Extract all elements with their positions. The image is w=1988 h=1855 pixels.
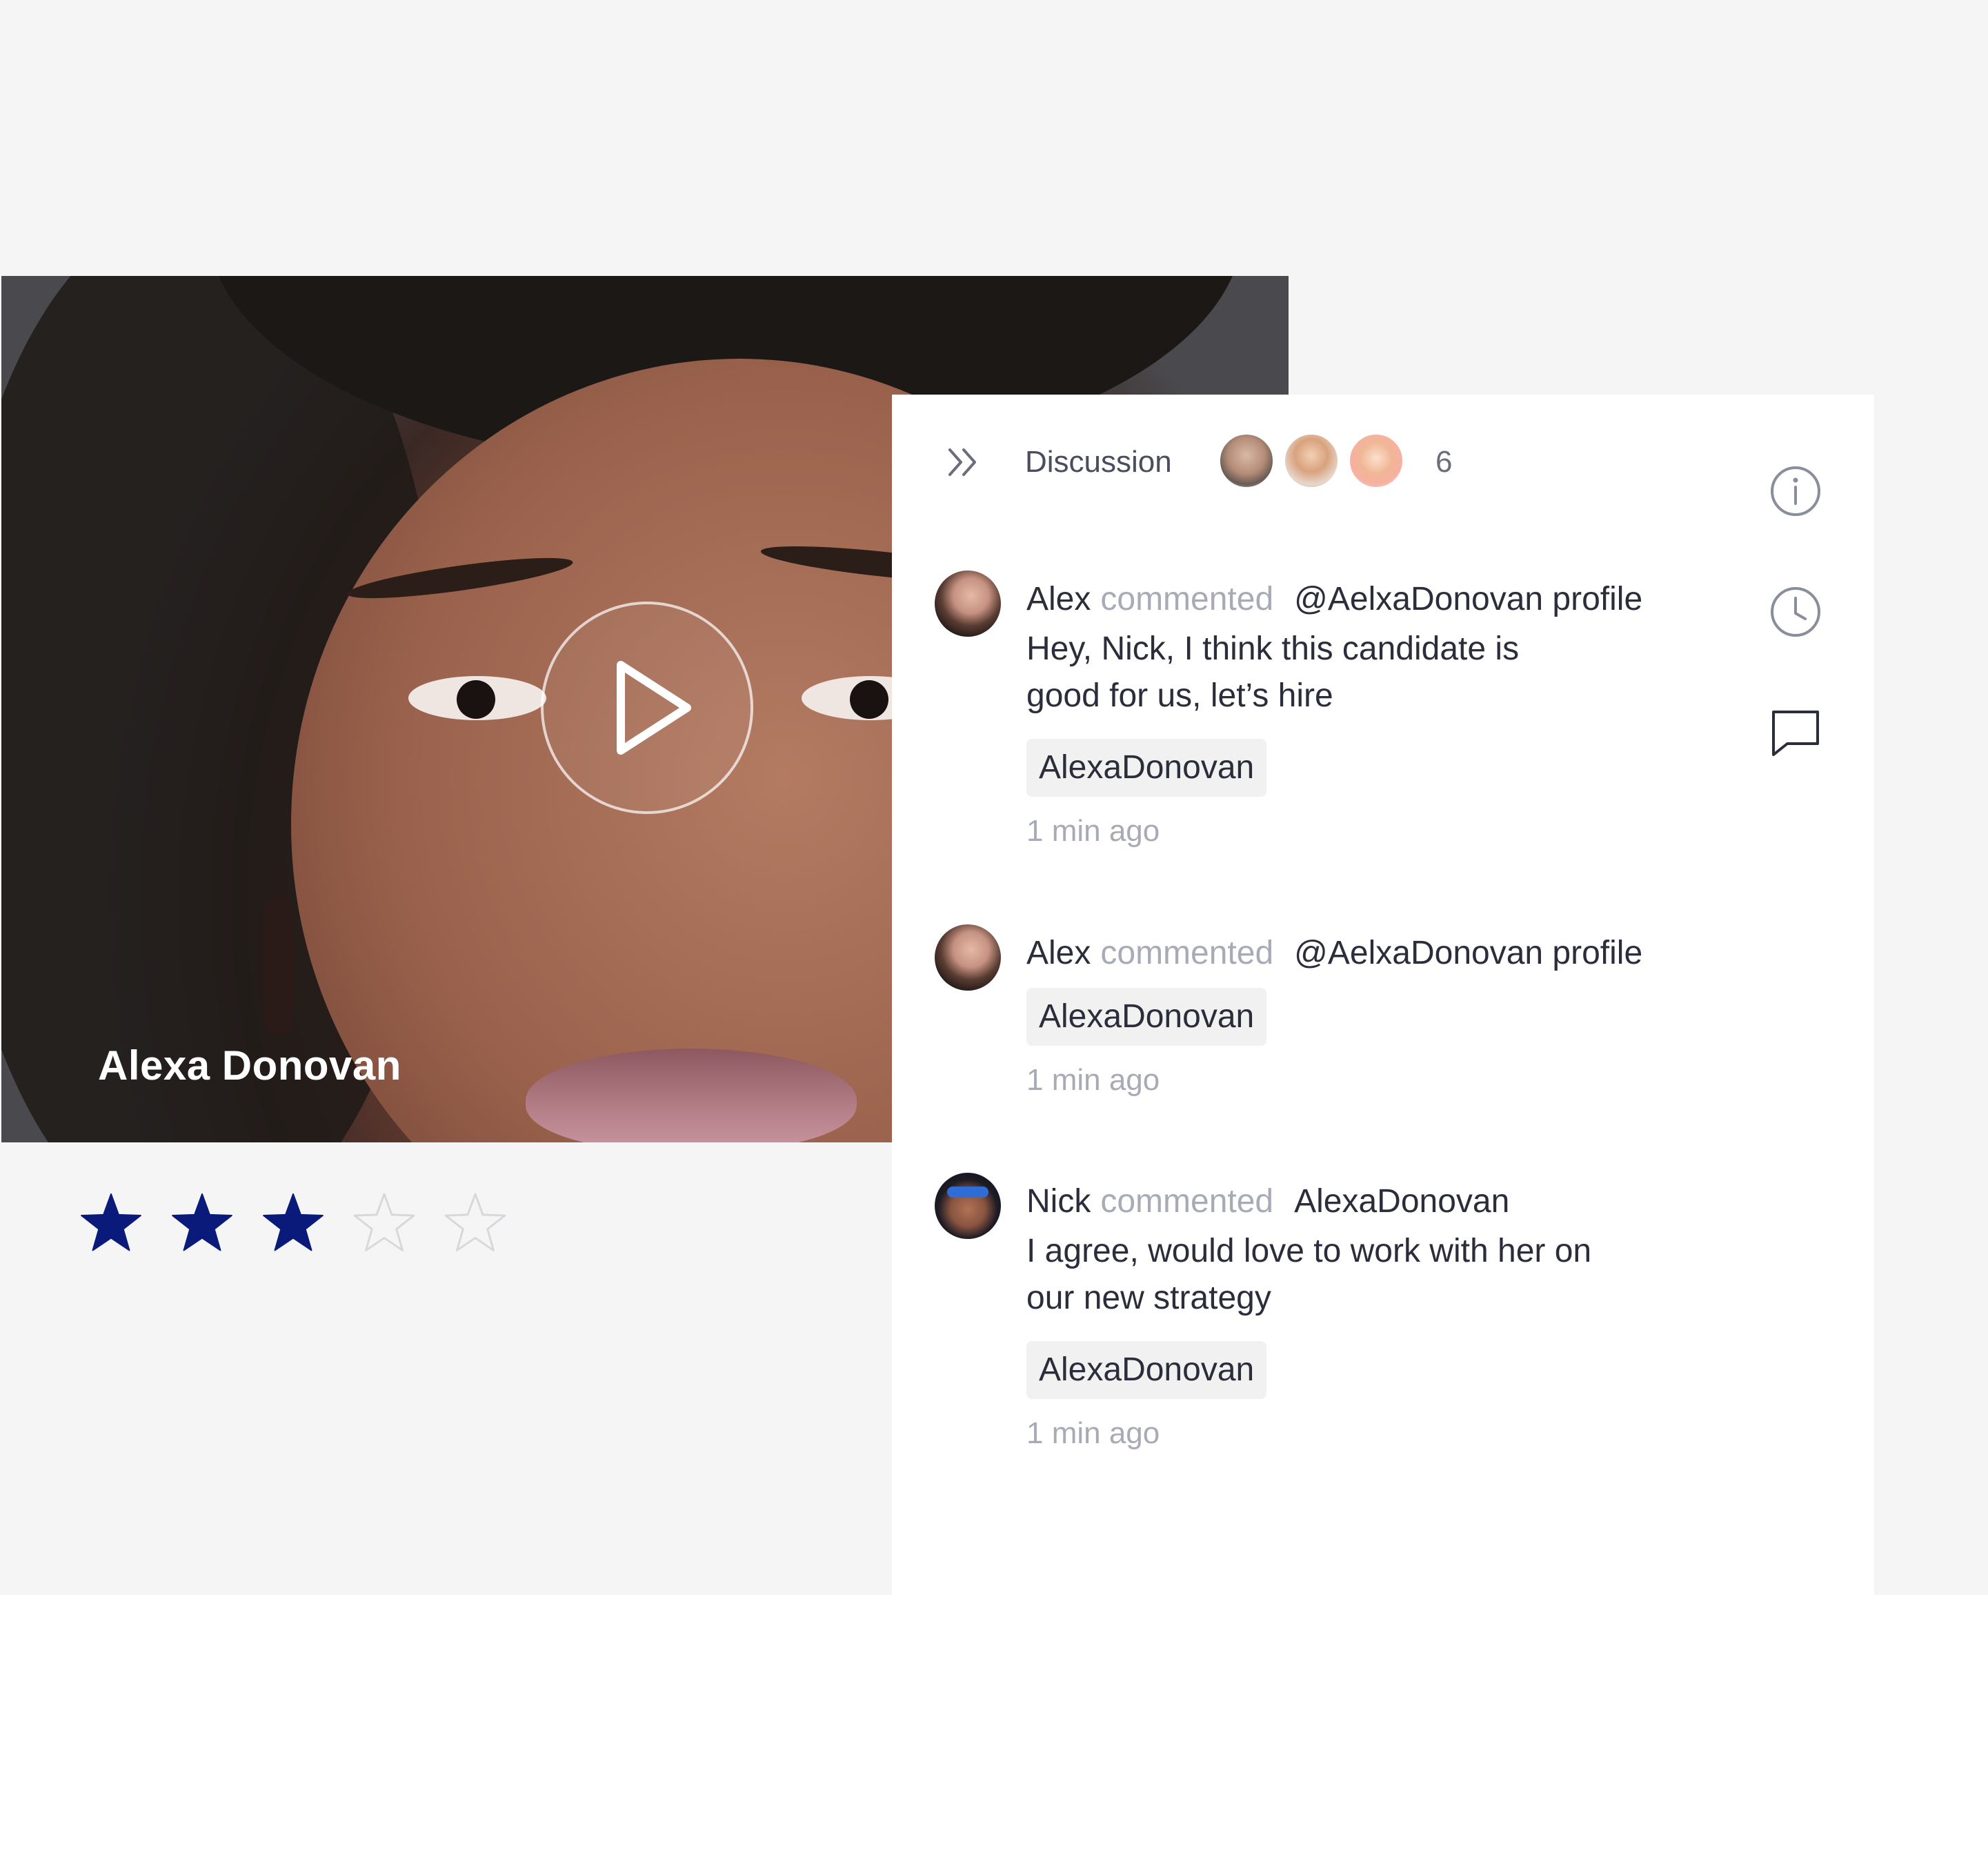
- comment-author[interactable]: Nick: [1026, 1183, 1091, 1220]
- mention-tag[interactable]: AlexaDonovan: [1026, 739, 1267, 797]
- earring-shape: [264, 897, 294, 1035]
- star-empty-icon[interactable]: [441, 1190, 509, 1258]
- comment-verb: commented: [1100, 581, 1274, 617]
- comment-body-line: I agree, would love to work with her on: [1026, 1233, 1592, 1269]
- comment-timestamp: 1 min ago: [1026, 1416, 1160, 1450]
- clock-icon[interactable]: [1768, 584, 1823, 639]
- discussion-header: Discussion 6: [892, 395, 1874, 533]
- comment-timestamp: 1 min ago: [1026, 814, 1160, 848]
- eye-shape: [408, 676, 546, 720]
- comment-item: Alex commented @AelxaDonovan profile Hey, …: [935, 571, 1762, 860]
- discussion-panel: Discussion 6 Alex commented @AelxaDonovan …: [892, 395, 1874, 1595]
- comment-icon[interactable]: [1768, 705, 1823, 760]
- mention-tag[interactable]: AlexaDonovan: [1026, 988, 1267, 1046]
- star-filled-icon[interactable]: [77, 1190, 145, 1258]
- avatar[interactable]: [1282, 432, 1340, 490]
- info-icon[interactable]: [1768, 464, 1823, 519]
- comment-target[interactable]: AlexaDonovan: [1294, 1183, 1509, 1220]
- star-filled-icon[interactable]: [168, 1190, 236, 1258]
- star-empty-icon[interactable]: [350, 1190, 418, 1258]
- comment-body-line: good for us, let’s hire: [1026, 677, 1333, 714]
- participant-count: 6: [1435, 445, 1453, 479]
- comment-body-line: Hey, Nick, I think this candidate is: [1026, 631, 1520, 667]
- comment-author[interactable]: Alex: [1026, 581, 1091, 617]
- comment-verb: commented: [1100, 1183, 1274, 1220]
- play-icon: [617, 661, 691, 755]
- star-filled-icon[interactable]: [259, 1190, 327, 1258]
- candidate-name: Alexa Donovan: [98, 1042, 401, 1089]
- avatar[interactable]: [935, 924, 1001, 991]
- avatar[interactable]: [935, 1173, 1001, 1239]
- comment-item: Alex commented @AelxaDonovan profile Alexa…: [935, 924, 1762, 1131]
- comment-item: Nick commented AlexaDonovan I agree, would…: [935, 1173, 1762, 1462]
- comment-timestamp: 1 min ago: [1026, 1063, 1160, 1097]
- comment-body-line: our new strategy: [1026, 1280, 1271, 1316]
- comment-meta: Alex commented @AelxaDonovan profile: [1026, 930, 1642, 977]
- comment-body: I agree, would love to work with her on …: [1026, 1228, 1716, 1322]
- mention-tag[interactable]: AlexaDonovan: [1026, 1341, 1267, 1399]
- star-rating[interactable]: [77, 1190, 509, 1258]
- comment-target[interactable]: @AelxaDonovan profile: [1294, 935, 1642, 971]
- avatar[interactable]: [1217, 432, 1275, 490]
- avatar[interactable]: [935, 571, 1001, 637]
- comment-meta: Alex commented @AelxaDonovan profile: [1026, 576, 1642, 623]
- comment-author[interactable]: Alex: [1026, 935, 1091, 971]
- avatar[interactable]: [1347, 432, 1405, 490]
- comment-verb: commented: [1100, 935, 1274, 971]
- play-button[interactable]: [541, 602, 753, 814]
- participant-avatars[interactable]: [1217, 432, 1412, 490]
- comment-body: Hey, Nick, I think this candidate is goo…: [1026, 626, 1716, 720]
- panel-title: Discussion: [1025, 445, 1172, 479]
- double-chevron-right-icon[interactable]: [944, 443, 983, 482]
- comment-target[interactable]: @AelxaDonovan profile: [1294, 581, 1642, 617]
- comment-meta: Nick commented AlexaDonovan: [1026, 1178, 1509, 1225]
